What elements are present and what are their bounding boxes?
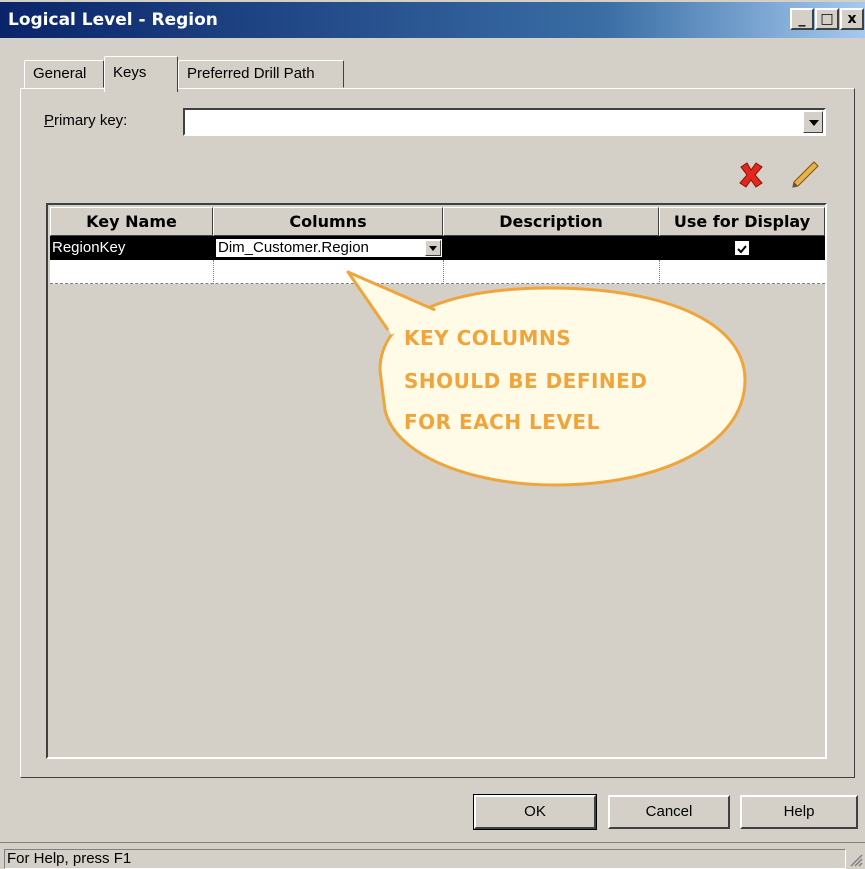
resize-grip-icon[interactable] (849, 853, 863, 867)
primary-key-dropdown-arrow-icon[interactable] (803, 111, 823, 133)
minimize-button[interactable]: _ (790, 8, 814, 30)
maximize-button[interactable]: □ (815, 8, 839, 30)
ok-button[interactable]: OK (473, 794, 597, 830)
columns-cell-value: Dim_Customer.Region (218, 239, 369, 256)
checkmark-icon (737, 245, 747, 254)
primary-key-mnemonic: P (44, 112, 55, 129)
status-bar: For Help, press F1 (0, 842, 865, 869)
pencil-edit-icon[interactable] (788, 158, 822, 192)
close-button[interactable]: x (840, 8, 864, 30)
column-header-use-for-display[interactable]: Use for Display (659, 207, 825, 236)
column-header-description[interactable]: Description (443, 207, 659, 236)
tab-general[interactable]: General (24, 60, 104, 88)
callout-line-2: SHOULD BE DEFINED (404, 369, 648, 393)
title-bar[interactable]: Logical Level - Region _ □ x (0, 2, 865, 38)
primary-key-select[interactable] (183, 108, 826, 136)
window-title: Logical Level - Region (8, 10, 218, 30)
cell-divider (213, 260, 214, 284)
columns-dropdown-arrow-icon[interactable] (425, 240, 441, 256)
logical-level-dialog: Logical Level - Region _ □ x General Key… (0, 0, 865, 869)
red-x-delete-icon[interactable] (736, 160, 766, 190)
key-name-cell[interactable]: RegionKey (50, 236, 213, 260)
callout-line-3: FOR EACH LEVEL (404, 410, 600, 434)
help-button[interactable]: Help (740, 795, 858, 829)
callout-line-1: KEY COLUMNS (404, 326, 572, 350)
use-for-display-checkbox[interactable] (735, 241, 749, 255)
cancel-button[interactable]: Cancel (608, 795, 730, 829)
status-text: For Help, press F1 (4, 849, 846, 869)
tab-preferred-drill-path[interactable]: Preferred Drill Path (178, 60, 344, 88)
table-row[interactable]: RegionKey Dim_Customer.Region (50, 236, 825, 260)
column-header-key-name[interactable]: Key Name (50, 207, 213, 236)
description-cell[interactable] (443, 236, 659, 260)
column-header-columns[interactable]: Columns (213, 207, 443, 236)
primary-key-label-text: rimary key: (54, 112, 128, 129)
columns-cell-select[interactable]: Dim_Customer.Region (215, 238, 443, 258)
primary-key-label: Primary key: (44, 112, 127, 129)
tab-keys[interactable]: Keys (104, 56, 178, 92)
